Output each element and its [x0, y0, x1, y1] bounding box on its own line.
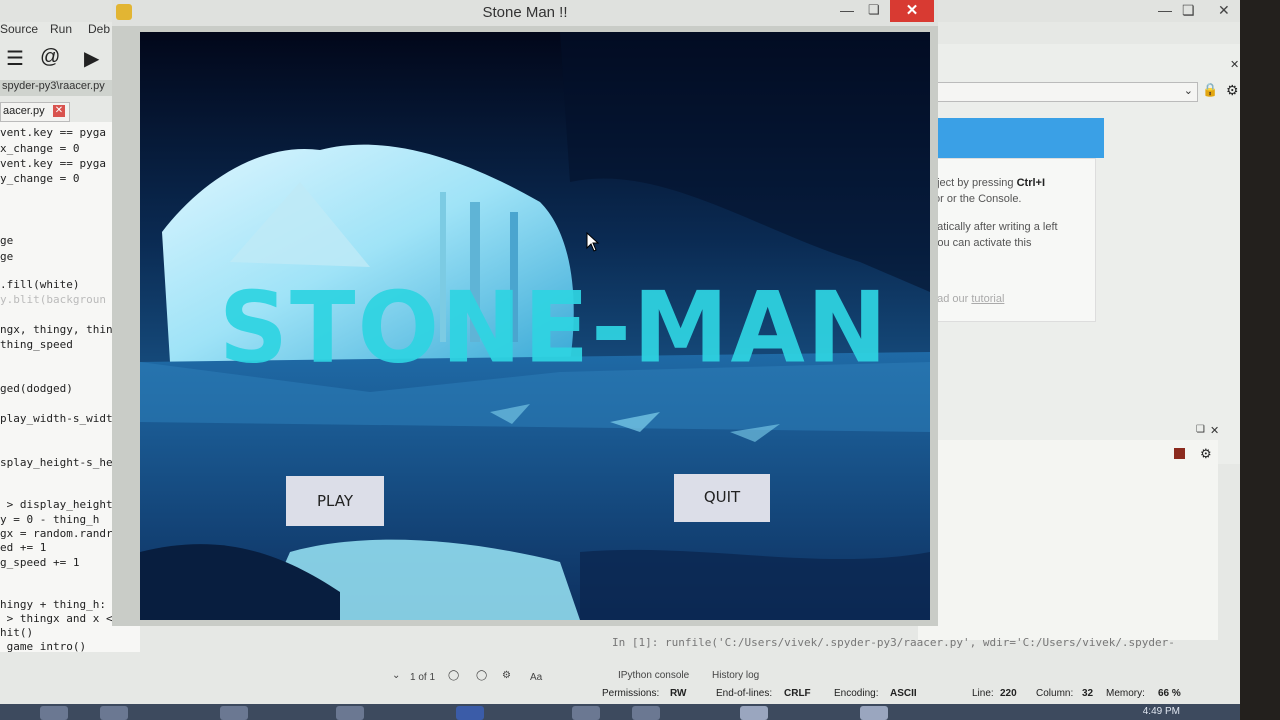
game-minimize-icon[interactable]: — — [840, 2, 854, 18]
help-text-1: bject by pressing Ctrl+I — [931, 177, 1045, 189]
taskbar-clock: 4:49 PM — [1142, 706, 1180, 717]
game-window: Stone Man !! — ❏ ✕ STONE-MAN PLAY QUIT — [112, 0, 938, 626]
status-column-label: Column: — [1036, 688, 1074, 699]
game-maximize-icon[interactable]: ❏ — [868, 2, 880, 18]
help-intro-card: bject by pressing Ctrl+I tor or the Cons… — [930, 158, 1096, 322]
code-line: ged(dodged) — [0, 382, 73, 395]
status-encoding-value: ASCII — [890, 688, 917, 699]
taskbar-app-icon[interactable] — [572, 706, 600, 720]
taskbar-app-icon[interactable] — [740, 706, 768, 720]
status-eol-label: End-of-lines: — [716, 688, 773, 699]
mouse-cursor-icon — [586, 232, 600, 252]
close-tab-icon[interactable]: ✕ — [53, 105, 65, 117]
menu-source[interactable]: Source — [0, 22, 38, 36]
status-column-value: 32 — [1082, 688, 1094, 699]
code-line: ge — [0, 234, 14, 247]
taskbar-app-icon[interactable] — [456, 706, 484, 720]
taskbar-app-icon[interactable] — [100, 706, 128, 720]
help-text-3: natically after writing a left — [931, 221, 1058, 233]
help-source-combo[interactable]: ⌄ — [930, 82, 1198, 102]
code-line: g_speed += 1 — [0, 556, 80, 569]
status-memory-value: 66 % — [1158, 688, 1181, 699]
find-count: 1 of 1 — [410, 672, 436, 683]
menu-debug[interactable]: Deb — [88, 22, 110, 36]
quit-button[interactable]: QUIT — [674, 474, 770, 522]
status-bar: Permissions: RW End-of-lines: CRLF Encod… — [600, 686, 1200, 702]
find-options-icon[interactable]: ⚙ — [502, 670, 511, 681]
ide-close-icon[interactable]: ✕ — [1218, 2, 1230, 19]
find-prev-icon[interactable]: ◯ — [448, 670, 459, 681]
taskbar-app-icon[interactable] — [40, 706, 68, 720]
code-line: splay_height-s_heig — [0, 456, 126, 469]
code-line: game_intro() — [0, 640, 87, 652]
taskbar-app-icon[interactable] — [860, 706, 888, 720]
code-line: ed += 1 — [0, 541, 47, 554]
editor-file-tab[interactable]: aacer.py ✕ — [0, 102, 70, 122]
status-encoding-label: Encoding: — [834, 688, 879, 699]
ide-maximize-icon[interactable]: ❏ — [1182, 2, 1195, 19]
code-line: x_change = 0 — [0, 142, 80, 155]
console-gear-icon[interactable]: ⚙ — [1200, 446, 1212, 462]
chevron-down-icon: ⌄ — [1183, 85, 1193, 97]
help-text-4: You can activate this — [931, 237, 1032, 249]
game-window-title: Stone Man !! — [482, 4, 568, 21]
code-line: y = 0 - thing_h — [0, 513, 100, 526]
code-line: thing_speed — [0, 338, 73, 351]
help-text-2: tor or the Console. — [931, 193, 1022, 205]
ide-toolbar: ☰ @ ▶ — [0, 42, 120, 72]
menu-run[interactable]: Run — [50, 22, 72, 36]
taskbar-app-icon[interactable] — [632, 706, 660, 720]
taskbar-app-icon[interactable] — [220, 706, 248, 720]
code-line: > display_height: — [0, 498, 120, 511]
game-title-text: STONE-MAN — [218, 270, 890, 386]
help-shortcut: Ctrl+I — [1016, 177, 1046, 189]
code-line: .fill(white) — [0, 278, 80, 291]
code-line: ge — [0, 250, 14, 263]
code-line: hingy + thing_h: — [0, 598, 106, 611]
console-output: In [1]: runfile('C:/Users/vivek/.spyder-… — [612, 636, 1175, 649]
chevron-down-icon[interactable]: ⌄ — [392, 670, 400, 681]
list-icon[interactable]: ☰ — [6, 46, 24, 71]
status-permissions-value: RW — [670, 688, 687, 699]
play-button[interactable]: PLAY — [286, 476, 384, 526]
status-memory-label: Memory: — [1106, 688, 1145, 699]
ide-minimize-icon[interactable]: — — [1158, 2, 1172, 18]
code-line: vent.key == pyga — [0, 157, 106, 170]
status-permissions-label: Permissions: — [602, 688, 660, 699]
code-line: play_width-s_width — [0, 412, 120, 425]
tab-ipython-console[interactable]: IPython console — [618, 670, 689, 681]
at-icon[interactable]: @ — [40, 46, 60, 69]
code-line: ngx, thingy, thing — [0, 323, 120, 336]
run-icon[interactable]: ▶ — [84, 46, 99, 71]
code-line: y_change = 0 — [0, 172, 80, 185]
game-canvas[interactable]: STONE-MAN — [140, 32, 930, 620]
gear-icon[interactable]: ⚙ — [1226, 82, 1239, 99]
status-line-label: Line: — [972, 688, 994, 699]
pane-close-icon[interactable]: ✕ — [1230, 58, 1239, 71]
status-eol-value: CRLF — [784, 688, 811, 699]
tab-history-log[interactable]: History log — [712, 670, 759, 681]
code-line: y.blit(backgroun — [0, 293, 106, 306]
status-line-value: 220 — [1000, 688, 1017, 699]
game-titlebar: Stone Man !! — ❏ ✕ — [112, 0, 938, 26]
help-header-bar — [930, 118, 1104, 158]
monitor-bezel — [1240, 0, 1280, 720]
code-line: hit() — [0, 626, 34, 639]
undock-icon[interactable]: ❏ — [1196, 424, 1205, 435]
editor-path: spyder-py3\raacer.py — [0, 80, 112, 96]
file-tab-label: aacer.py — [3, 105, 45, 117]
game-close-button[interactable]: ✕ — [890, 0, 934, 22]
console-pane[interactable] — [918, 440, 1218, 640]
find-next-icon[interactable]: ◯ — [476, 670, 487, 681]
code-line: vent.key == pyga — [0, 126, 106, 139]
console-close-icon[interactable]: ✕ — [1210, 424, 1219, 437]
stop-icon[interactable] — [1174, 448, 1185, 459]
tutorial-link[interactable]: tutorial — [971, 293, 1004, 305]
lock-icon[interactable]: 🔒 — [1202, 82, 1218, 98]
case-sensitive-toggle[interactable]: Aa — [530, 672, 542, 683]
help-text-5: ead our tutorial — [931, 293, 1004, 305]
taskbar-app-icon[interactable] — [336, 706, 364, 720]
help-text-1a: bject by pressing — [931, 177, 1017, 189]
windows-taskbar: 4:49 PM — [0, 704, 1280, 720]
